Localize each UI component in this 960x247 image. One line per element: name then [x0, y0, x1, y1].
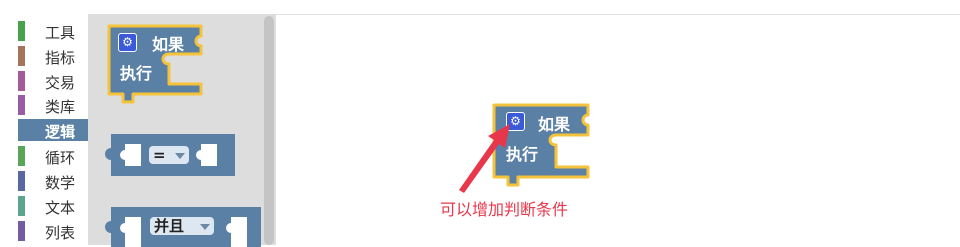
- category-color-bar: [18, 171, 25, 191]
- flyout-if-block[interactable]: ⚙ 如果 执行: [105, 22, 215, 104]
- category-label: 类库: [45, 98, 76, 116]
- annotation-text: 可以增加判断条件: [440, 200, 569, 219]
- chevron-down-icon: [200, 224, 210, 230]
- category-label: 数学: [45, 174, 76, 192]
- category-color-bar: [18, 21, 25, 41]
- category-label: 指标: [45, 49, 76, 67]
- category-label: 工具: [45, 24, 76, 42]
- category-text[interactable]: 文本: [18, 195, 88, 217]
- category-math[interactable]: 数学: [18, 170, 88, 192]
- toolbox: 工具 指标 交易 类库 逻辑 循环 数学 文本 列表: [0, 0, 88, 245]
- flyout-logic-block[interactable]: 并且: [97, 205, 265, 247]
- flyout-compare-block[interactable]: =: [97, 132, 237, 178]
- logic-operator-value: 并且: [154, 217, 185, 235]
- category-loops[interactable]: 循环: [18, 145, 88, 167]
- category-label: 列表: [45, 224, 76, 242]
- category-tools[interactable]: 工具: [18, 20, 88, 42]
- category-indicators[interactable]: 指标: [18, 45, 88, 67]
- flyout-scrollbar[interactable]: [264, 16, 274, 245]
- do-label: 执行: [120, 64, 153, 83]
- if-label: 如果: [538, 115, 571, 134]
- category-label: 循环: [45, 149, 76, 167]
- logic-operator-dropdown[interactable]: 并且: [150, 217, 214, 235]
- chevron-down-icon: [175, 153, 185, 159]
- category-color-bar: [18, 46, 25, 66]
- operator-value: =: [153, 146, 166, 164]
- category-color-bar: [18, 120, 25, 140]
- category-library[interactable]: 类库: [18, 94, 88, 116]
- category-color-bar: [18, 196, 25, 216]
- operator-dropdown[interactable]: =: [149, 146, 189, 164]
- category-label: 交易: [45, 74, 76, 92]
- category-label: 逻辑: [45, 123, 76, 141]
- category-logic[interactable]: 逻辑: [18, 119, 88, 141]
- category-color-bar: [18, 221, 25, 241]
- category-color-bar: [18, 71, 25, 91]
- workspace-top-border: [276, 14, 960, 15]
- category-trade[interactable]: 交易: [18, 70, 88, 92]
- category-color-bar: [18, 95, 25, 115]
- if-label: 如果: [152, 35, 185, 54]
- annotation-arrow: [459, 124, 510, 193]
- gear-icon[interactable]: ⚙: [118, 33, 137, 52]
- category-label: 文本: [45, 199, 76, 217]
- category-lists[interactable]: 列表: [18, 220, 88, 242]
- category-color-bar: [18, 146, 25, 166]
